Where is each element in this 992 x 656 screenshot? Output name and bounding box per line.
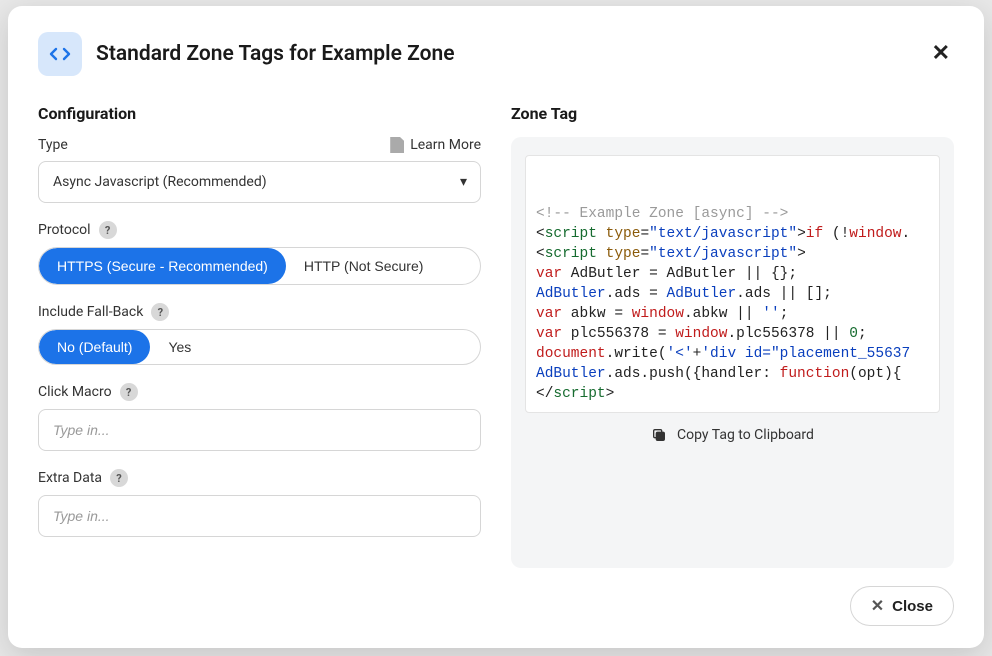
fallback-no-button[interactable]: No (Default) [39,330,150,364]
help-icon[interactable]: ? [110,469,128,487]
close-icon: ✕ [871,596,884,616]
close-label: Close [892,598,933,615]
protocol-segmented: HTTPS (Secure - Recommended) HTTP (Not S… [38,247,481,285]
fallback-yes-button[interactable]: Yes [150,330,209,364]
zone-tag-panel: Zone Tag <!-- Example Zone [async] --> <… [511,104,954,568]
modal: Standard Zone Tags for Example Zone ✕ Co… [8,6,984,648]
click-macro-input[interactable] [38,409,481,451]
help-icon[interactable]: ? [120,383,138,401]
fallback-label: Include Fall-Back [38,304,143,320]
type-select[interactable]: Async Javascript (Recommended) ▾ [38,161,481,203]
code-box[interactable]: <!-- Example Zone [async] --> <script ty… [525,155,940,413]
modal-footer: ✕ Close [38,568,954,626]
learn-more-text: Learn More [410,137,481,153]
click-macro-label: Click Macro [38,384,112,400]
protocol-https-button[interactable]: HTTPS (Secure - Recommended) [39,248,286,284]
click-macro-label-row: Click Macro ? [38,383,481,401]
configuration-panel: Configuration Type Learn More Async Java… [38,104,481,568]
clipboard-icon [651,427,667,443]
copy-button[interactable]: Copy Tag to Clipboard [525,427,940,443]
fallback-segmented: No (Default) Yes [38,329,481,365]
protocol-http-button[interactable]: HTTP (Not Secure) [286,248,442,284]
copy-label: Copy Tag to Clipboard [677,427,814,443]
close-icon[interactable]: ✕ [928,39,954,69]
extra-data-label-row: Extra Data ? [38,469,481,487]
extra-data-input[interactable] [38,495,481,537]
code-icon [38,32,82,76]
learn-more-link[interactable]: Learn More [390,137,481,153]
close-button[interactable]: ✕ Close [850,586,954,626]
help-icon[interactable]: ? [151,303,169,321]
type-select-value: Async Javascript (Recommended) [53,174,267,190]
protocol-label-row: Protocol ? [38,221,481,239]
protocol-label: Protocol [38,222,91,238]
help-icon[interactable]: ? [99,221,117,239]
extra-data-label: Extra Data [38,470,102,486]
document-icon [390,137,404,153]
modal-body: Configuration Type Learn More Async Java… [38,104,954,568]
fallback-label-row: Include Fall-Back ? [38,303,481,321]
modal-title: Standard Zone Tags for Example Zone [96,42,914,66]
modal-header: Standard Zone Tags for Example Zone ✕ [38,32,954,76]
type-row: Type Learn More [38,137,481,153]
zone-tag-heading: Zone Tag [511,104,954,123]
code-panel: <!-- Example Zone [async] --> <script ty… [511,137,954,568]
configuration-heading: Configuration [38,104,481,123]
type-label: Type [38,137,68,153]
